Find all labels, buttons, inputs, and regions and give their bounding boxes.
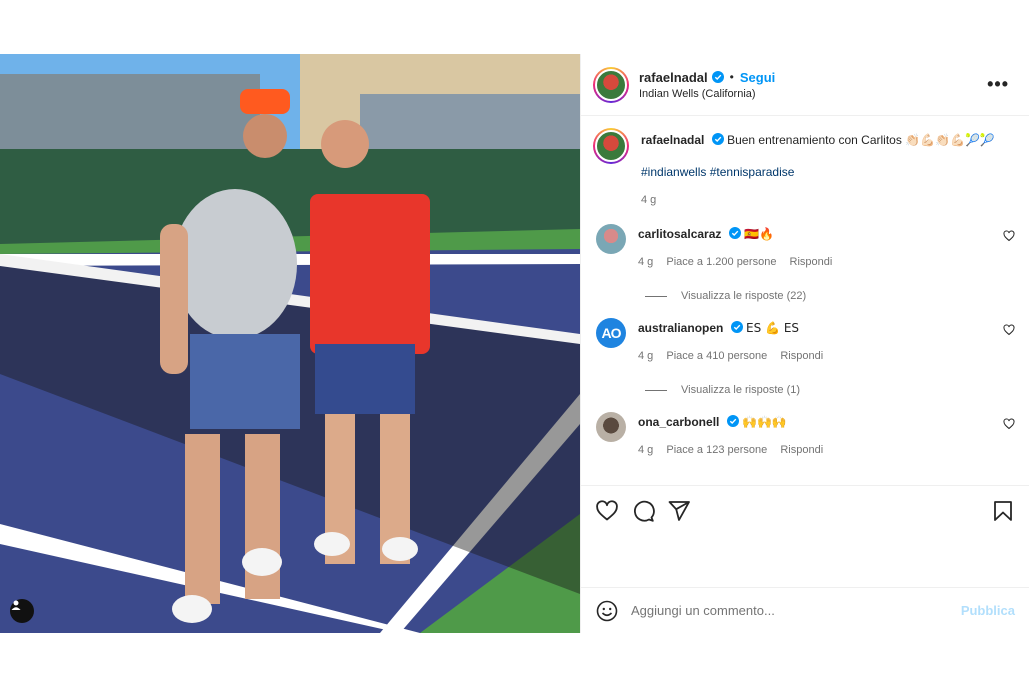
caption-username[interactable]: rafaelnadal	[641, 133, 704, 147]
view-replies-label: Visualizza le risposte (22)	[681, 290, 807, 302]
comment-text: ES 💪 ES	[746, 321, 800, 335]
commenter-username[interactable]: carlitosalcaraz	[638, 227, 721, 241]
comments-list: rafaelnadal Buen entrenamiento con Carli…	[581, 116, 1029, 485]
comment-text: 🙌🙌🙌	[742, 415, 787, 429]
comment-likes[interactable]: Piace a 123 persone	[666, 444, 767, 456]
commenter-username[interactable]: ona_carbonell	[638, 415, 719, 429]
user-tag-icon[interactable]	[10, 599, 34, 623]
add-comment-input[interactable]	[631, 603, 961, 618]
caption-emojis: 👏🏻💪🏻👏🏻💪🏻🎾🎾	[905, 133, 995, 147]
reply-button[interactable]: Rispondi	[780, 444, 823, 456]
comment-time[interactable]: 4 g	[638, 350, 653, 362]
separator-dot: •	[729, 70, 734, 84]
comment-likes[interactable]: Piace a 410 persone	[666, 350, 767, 362]
comment-meta: 4 g Piace a 410 persone Rispondi	[638, 348, 1003, 364]
bookmark-icon[interactable]	[991, 499, 1015, 523]
caption: rafaelnadal Buen entrenamiento con Carli…	[593, 128, 1015, 208]
commenter-username[interactable]: australianopen	[638, 321, 723, 335]
comment-meta: 4 g Piace a 1.200 persone Rispondi	[638, 254, 1003, 270]
commenter-avatar[interactable]	[596, 224, 626, 254]
view-replies-button[interactable]: Visualizza le risposte (22)	[645, 290, 1015, 302]
author-info: rafaelnadal • Segui Indian Wells (Califo…	[639, 70, 981, 100]
verified-icon	[711, 71, 724, 83]
reply-button[interactable]: Rispondi	[780, 350, 823, 362]
post-photo[interactable]	[0, 54, 580, 633]
post-sidebar: rafaelnadal • Segui Indian Wells (Califo…	[580, 54, 1029, 633]
caption-time[interactable]: 4 g	[641, 194, 656, 206]
caption-hashtags[interactable]: #indianwells #tennisparadise	[641, 164, 1015, 180]
heart-icon[interactable]	[1003, 418, 1015, 430]
action-bar	[581, 485, 1029, 535]
share-icon[interactable]	[667, 499, 691, 523]
verified-icon	[730, 321, 743, 333]
location-link[interactable]: Indian Wells (California)	[639, 88, 981, 100]
likes-area	[581, 535, 1029, 587]
comment-likes[interactable]: Piace a 1.200 persone	[666, 256, 776, 268]
follow-button[interactable]: Segui	[740, 70, 775, 85]
heart-icon[interactable]	[595, 499, 619, 523]
more-icon[interactable]: •••	[981, 74, 1015, 95]
author-avatar[interactable]	[593, 66, 629, 103]
comment-time[interactable]: 4 g	[638, 444, 653, 456]
verified-icon	[711, 133, 724, 145]
comment-text: 🇪🇸🔥	[744, 227, 774, 241]
author-username[interactable]: rafaelnadal	[639, 70, 708, 85]
comment-time[interactable]: 4 g	[638, 256, 653, 268]
comment-meta: 4 g Piace a 123 persone Rispondi	[638, 442, 1003, 458]
comment-icon[interactable]	[631, 499, 655, 523]
emoji-icon[interactable]	[595, 599, 619, 623]
caption-meta: 4 g	[641, 192, 1015, 208]
post: rafaelnadal • Segui Indian Wells (Califo…	[0, 54, 1029, 633]
publish-button[interactable]: Pubblica	[961, 603, 1015, 618]
verified-icon	[726, 415, 739, 427]
reply-button[interactable]: Rispondi	[790, 256, 833, 268]
heart-icon[interactable]	[1003, 324, 1015, 336]
verified-icon	[728, 227, 741, 239]
comment-item: AO australianopen ES 💪 ES 4 g Piace a 41…	[593, 318, 1015, 364]
add-comment-bar: Pubblica	[581, 587, 1029, 633]
caption-avatar[interactable]	[593, 128, 629, 164]
view-replies-button[interactable]: Visualizza le risposte (1)	[645, 384, 1015, 396]
post-image	[0, 54, 580, 633]
commenter-avatar[interactable]	[596, 412, 626, 442]
commenter-avatar[interactable]: AO	[596, 318, 626, 348]
comment-item: carlitosalcaraz 🇪🇸🔥 4 g Piace a 1.200 pe…	[593, 224, 1015, 270]
caption-text: Buen entrenamiento con Carlitos	[727, 133, 902, 147]
heart-icon[interactable]	[1003, 230, 1015, 242]
post-header: rafaelnadal • Segui Indian Wells (Califo…	[581, 54, 1029, 116]
view-replies-label: Visualizza le risposte (1)	[681, 384, 801, 396]
comment-item: ona_carbonell 🙌🙌🙌 4 g Piace a 123 person…	[593, 412, 1015, 458]
